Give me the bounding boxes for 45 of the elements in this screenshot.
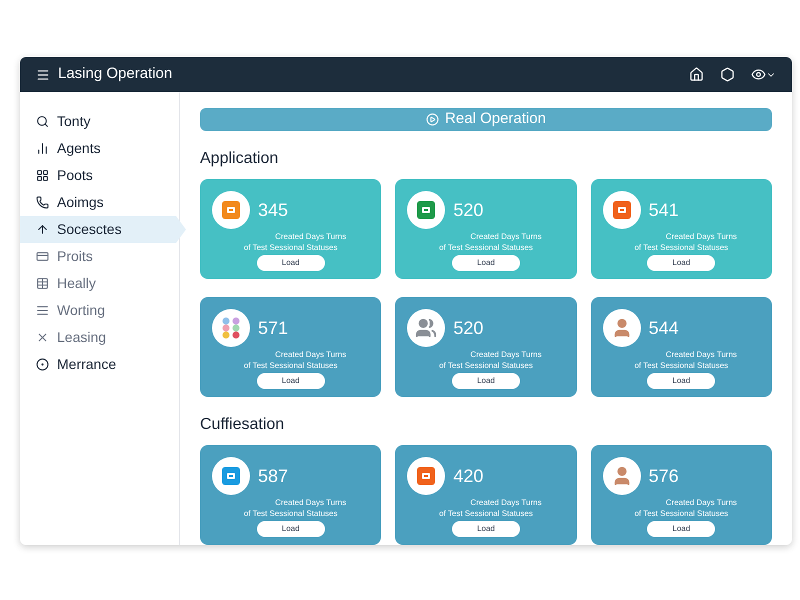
card-text: of Test Sessional Statuses [634, 360, 728, 371]
load-button[interactable]: Load [647, 521, 716, 537]
card-text: of Test Sessional Statuses [634, 508, 728, 519]
sidebar-item[interactable]: Tonty [20, 108, 179, 135]
section-heading: Cuffiesation [200, 415, 286, 435]
card-text: Created Days Turns [274, 349, 346, 360]
card-text: of Test Sessional Statuses [439, 508, 533, 519]
sidebar-item[interactable]: Socesctes [20, 216, 186, 243]
card-text: Created Days Turns [664, 349, 737, 360]
load-button[interactable]: Load [256, 521, 325, 537]
card-text: Created Days Turns [469, 497, 542, 508]
stat-value: 520 [453, 316, 484, 340]
sidebar-item[interactable]: Aoimgs [20, 189, 179, 216]
stat-value: 520 [453, 198, 484, 222]
load-button[interactable]: Load [647, 373, 716, 389]
stat-value: 571 [258, 316, 288, 340]
card-text: of Test Sessional Statuses [244, 508, 338, 519]
load-button[interactable]: Load [647, 255, 716, 271]
sidebar-item[interactable]: Agents [20, 135, 179, 162]
stat-value: 541 [648, 198, 679, 222]
card-text: Created Days Turns [664, 497, 737, 508]
card-text: of Test Sessional Statuses [244, 360, 338, 371]
stat-value: 544 [648, 316, 679, 340]
sidebar-item[interactable]: Merrance [20, 351, 179, 378]
stat-value: 420 [453, 464, 484, 488]
load-button[interactable]: Load [452, 373, 520, 389]
stat-value: 576 [648, 464, 679, 488]
card-text: Created Days Turns [664, 231, 737, 242]
card-text: Created Days Turns [469, 231, 542, 242]
stat-value: 345 [258, 198, 288, 222]
card-text: of Test Sessional Statuses [244, 242, 338, 253]
load-button[interactable]: Load [452, 521, 520, 537]
load-button[interactable]: Load [256, 255, 325, 271]
card-text: of Test Sessional Statuses [634, 242, 728, 253]
load-button[interactable]: Load [256, 373, 325, 389]
card-text: Created Days Turns [274, 497, 346, 508]
section-heading: Application [200, 149, 280, 169]
card-text: of Test Sessional Statuses [439, 360, 533, 371]
load-button[interactable]: Load [452, 255, 520, 271]
stat-value: 587 [258, 464, 288, 488]
card-text: of Test Sessional Statuses [439, 242, 533, 253]
card-text: Created Days Turns [469, 349, 542, 360]
card-text: Created Days Turns [274, 231, 346, 242]
window-title: Lasing Operation [58, 64, 172, 84]
sidebar-item[interactable]: Poots [20, 162, 179, 189]
